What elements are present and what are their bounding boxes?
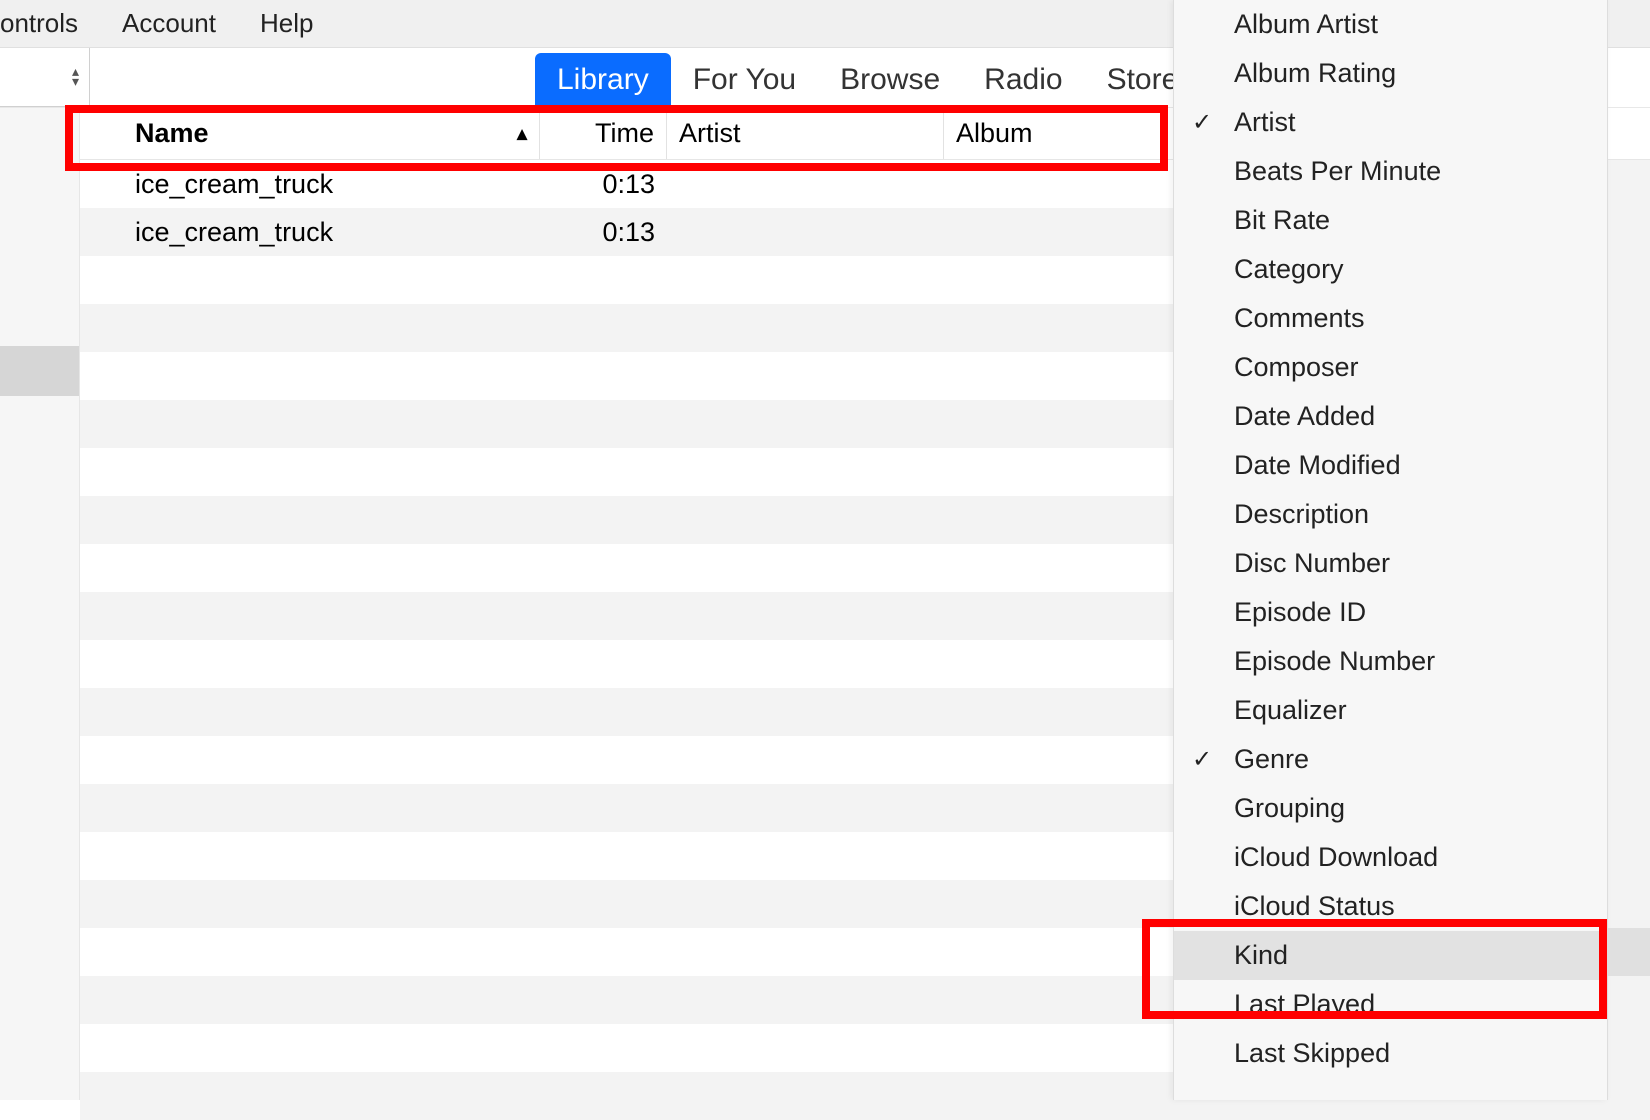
menu-item-artist[interactable]: ✓ Artist: [1174, 98, 1607, 147]
menu-item-album-artist[interactable]: Album Artist: [1174, 0, 1607, 49]
menu-item-last-skipped[interactable]: Last Skipped: [1174, 1029, 1607, 1078]
chevron-down-icon: ▾: [72, 77, 79, 87]
track-time: 0:13: [540, 217, 667, 248]
menu-item-account[interactable]: Account: [100, 8, 238, 39]
menu-item-label: iCloud Download: [1234, 842, 1438, 873]
menu-item-label: Composer: [1234, 352, 1359, 383]
menu-item-disc-number[interactable]: Disc Number: [1174, 539, 1607, 588]
column-header-artist[interactable]: Artist: [667, 108, 944, 159]
menu-item-last-played[interactable]: Last Played: [1174, 980, 1607, 1029]
menu-item-icloud-status[interactable]: iCloud Status: [1174, 882, 1607, 931]
menu-item-label: Disc Number: [1234, 548, 1390, 579]
menu-item-label: Equalizer: [1234, 695, 1347, 726]
column-header-name-label: Name: [135, 118, 209, 149]
right-stripe-area: [1608, 108, 1650, 1100]
menu-item-controls[interactable]: ontrols: [0, 8, 100, 39]
menu-item-grouping[interactable]: Grouping: [1174, 784, 1607, 833]
menu-item-description[interactable]: Description: [1174, 490, 1607, 539]
menu-item-category[interactable]: Category: [1174, 245, 1607, 294]
menu-item-label: Description: [1234, 499, 1369, 530]
track-name: ice_cream_truck: [80, 217, 540, 248]
tab-for-you[interactable]: For You: [671, 55, 818, 107]
menu-item-label: Category: [1234, 254, 1344, 285]
menu-item-equalizer[interactable]: Equalizer: [1174, 686, 1607, 735]
menu-item-label: Episode Number: [1234, 646, 1435, 677]
track-name: ice_cream_truck: [80, 169, 540, 200]
menu-item-composer[interactable]: Composer: [1174, 343, 1607, 392]
menu-item-label: Beats Per Minute: [1234, 156, 1441, 187]
menu-item-label: Last Played: [1234, 989, 1375, 1020]
column-header-time[interactable]: Time: [540, 108, 667, 159]
menu-item-episode-number[interactable]: Episode Number: [1174, 637, 1607, 686]
menu-item-date-added[interactable]: Date Added: [1174, 392, 1607, 441]
menu-item-bit-rate[interactable]: Bit Rate: [1174, 196, 1607, 245]
menu-item-date-modified[interactable]: Date Modified: [1174, 441, 1607, 490]
menu-item-album-rating[interactable]: Album Rating: [1174, 49, 1607, 98]
menu-item-kind[interactable]: Kind: [1174, 931, 1607, 980]
tab-browse[interactable]: Browse: [818, 55, 962, 107]
menu-item-label: Date Added: [1234, 401, 1375, 432]
menu-item-help[interactable]: Help: [238, 8, 335, 39]
menu-item-label: Genre: [1234, 744, 1309, 775]
sidebar-selected-item[interactable]: [0, 346, 79, 396]
menu-item-episode-id[interactable]: Episode ID: [1174, 588, 1607, 637]
column-header-name[interactable]: Name ▴: [80, 108, 540, 159]
menu-item-comments[interactable]: Comments: [1174, 294, 1607, 343]
menu-item-label: Album Rating: [1234, 58, 1396, 89]
menu-item-label: Episode ID: [1234, 597, 1366, 628]
menu-item-beats-per-minute[interactable]: Beats Per Minute: [1174, 147, 1607, 196]
menu-item-label: Kind: [1234, 940, 1288, 971]
menu-item-label: Bit Rate: [1234, 205, 1330, 236]
menu-item-label: Album Artist: [1234, 9, 1378, 40]
menu-item-genre[interactable]: ✓ Genre: [1174, 735, 1607, 784]
menu-item-label: Comments: [1234, 303, 1365, 334]
column-options-menu: Album Artist Album Rating ✓ Artist Beats Per…: [1173, 0, 1608, 1100]
menu-item-icloud-download[interactable]: iCloud Download: [1174, 833, 1607, 882]
tab-radio[interactable]: Radio: [962, 55, 1084, 107]
track-time: 0:13: [540, 169, 667, 200]
menu-item-label: Date Modified: [1234, 450, 1401, 481]
menu-item-label: Artist: [1234, 107, 1296, 138]
tab-library[interactable]: Library: [535, 53, 671, 107]
check-icon: ✓: [1192, 745, 1212, 774]
nav-tabs: Library For You Browse Radio Store: [535, 48, 1200, 107]
sidebar: [0, 108, 80, 1100]
menu-item-label: Last Skipped: [1234, 1038, 1390, 1069]
menu-item-label: Grouping: [1234, 793, 1345, 824]
stepper-icon: ▴ ▾: [72, 67, 79, 87]
menu-item-label: iCloud Status: [1234, 891, 1395, 922]
sort-ascending-icon: ▴: [517, 121, 527, 146]
media-kind-dropdown[interactable]: ▴ ▾: [0, 48, 90, 107]
check-icon: ✓: [1192, 108, 1212, 137]
